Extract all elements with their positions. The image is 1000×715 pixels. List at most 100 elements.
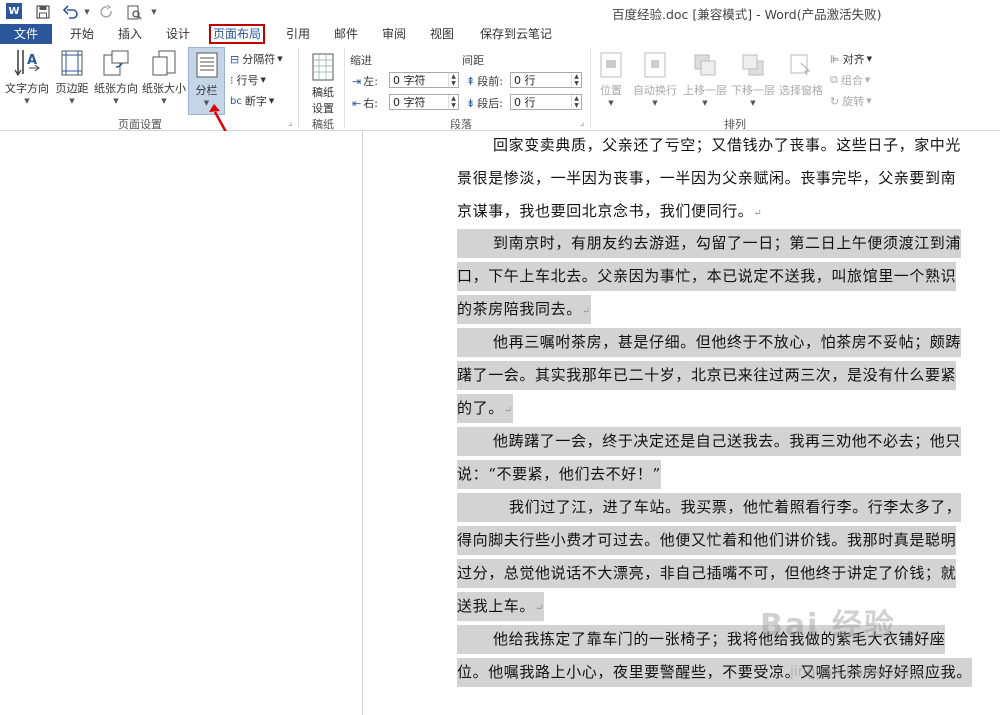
- document-line: 回家变卖典质，父亲还了亏空；又借钱办了丧事。这些日子，家中光: [493, 136, 962, 154]
- window-title: 百度经验.doc [兼容模式] - Word(产品激活失败): [612, 7, 882, 22]
- paper-size-label: 纸张大小: [142, 82, 186, 95]
- group-button[interactable]: ⧉ 组合 ▼: [830, 72, 870, 88]
- position-button[interactable]: 位置 ▼: [596, 48, 626, 107]
- margins-icon: [58, 48, 86, 78]
- undo-icon[interactable]: [60, 3, 82, 21]
- title-bar: W ▼ ▼ 百度经验.doc [兼容模式] - Word(产品激活失败): [0, 0, 1000, 24]
- chevron-down-icon: ▼: [866, 97, 872, 105]
- tab-design[interactable]: 设计: [162, 24, 194, 44]
- document-line-selected: 我们过了江，进了车站。我买票，他忙着照看行李。行李太多了，: [457, 493, 962, 522]
- chevron-down-icon: ▼: [277, 55, 283, 63]
- baidu-watermark-logo: Bai 经验: [760, 608, 896, 643]
- chevron-down-icon: ▼: [608, 99, 614, 107]
- word-app-icon[interactable]: W: [6, 3, 22, 19]
- undo-dropdown-icon[interactable]: ▼: [82, 3, 92, 21]
- manuscript-settings-button[interactable]: 稿纸 设置: [305, 50, 341, 116]
- line-numbers-icon: ⁝: [230, 73, 234, 87]
- send-backward-icon: [739, 50, 767, 80]
- text-direction-button[interactable]: A 文字方向 ▼: [4, 46, 50, 105]
- wrap-text-button[interactable]: 自动换行 ▼: [630, 48, 680, 107]
- tab-review[interactable]: 审阅: [378, 24, 410, 44]
- document-line-selected: 得向脚夫行些小费才可过去。他便又忙着和他们讲价钱。我那时真是聪明: [457, 526, 957, 555]
- tab-file[interactable]: 文件: [0, 24, 52, 44]
- chevron-down-icon: ▼: [161, 97, 167, 105]
- hyphenation-button[interactable]: bc 断字 ▼: [230, 93, 274, 109]
- document-line: 景很是惨淡，一半因为丧事，一半因为父亲赋闲。丧事完毕，父亲要到南: [457, 169, 957, 187]
- paper-size-button[interactable]: 纸张大小 ▼: [141, 46, 187, 105]
- rotate-button[interactable]: ↻ 旋转 ▼: [830, 93, 872, 109]
- wrap-text-icon: [641, 50, 669, 80]
- document-line-selected: 他踌躇了一会，终于决定还是自己送我去。我再三劝他不必去；他只: [457, 427, 962, 456]
- ribbon-tabs: 文件 开始 插入 设计 页面布局 引用 邮件 审阅 视图 保存到云笔记: [0, 24, 1000, 44]
- tab-references[interactable]: 引用: [282, 24, 314, 44]
- tab-home[interactable]: 开始: [66, 24, 98, 44]
- margins-button[interactable]: 页边距 ▼: [53, 46, 91, 105]
- tab-page-layout[interactable]: 页面布局: [209, 24, 265, 44]
- tab-save-to-cloud-note[interactable]: 保存到云笔记: [478, 24, 554, 44]
- watermark-url: jingyan.baidu.com: [790, 664, 920, 680]
- indent-heading: 缩进: [350, 54, 372, 67]
- chevron-down-icon: ▼: [260, 76, 266, 84]
- print-preview-icon[interactable]: [124, 3, 144, 21]
- indent-right-icon: ⇤: [352, 96, 362, 110]
- document-page[interactable]: 回家变卖典质，父亲还了亏空；又借钱办了丧事。这些日子，家中光 景很是惨淡，一半因…: [364, 131, 1000, 715]
- indent-right-input[interactable]: 0 字符 ▲ ▼: [389, 94, 459, 110]
- save-icon[interactable]: [34, 3, 52, 21]
- red-arrow-icon: [209, 104, 228, 133]
- margins-label: 页边距: [55, 82, 89, 95]
- document-line-selected: 过分，总觉他说话不大漂亮，非自己插嘴不可，但他终于讲定了价钱；就: [457, 559, 957, 588]
- text-direction-label: 文字方向: [5, 82, 49, 95]
- document-line-selected: 口，下午上车北去。父亲因为事忙，本已说定不送我，叫旅馆里一个熟识: [457, 262, 957, 291]
- chevron-down-icon: ▼: [69, 97, 75, 105]
- breaks-button[interactable]: ⊟ 分隔符 ▼: [230, 51, 283, 67]
- group-icon: ⧉: [830, 73, 838, 86]
- arrange-group-label: 排列: [724, 118, 746, 131]
- paragraph-group-label: 段落: [450, 118, 472, 131]
- indent-left-icon: ⇥: [352, 74, 362, 88]
- spinner-icon[interactable]: ▲ ▼: [571, 73, 581, 87]
- navigation-pane: [0, 131, 363, 715]
- line-numbers-button[interactable]: ⁝ 行号 ▼: [230, 72, 266, 88]
- send-backward-button[interactable]: 下移一层 ▼: [729, 48, 777, 107]
- orientation-label: 纸张方向: [94, 82, 138, 95]
- rotate-icon: ↻: [830, 94, 840, 108]
- paragraph-mark: ↵: [753, 208, 763, 219]
- spacing-after-input[interactable]: 0 行 ▲ ▼: [510, 94, 582, 110]
- spacing-before-icon: ⇞: [466, 74, 476, 88]
- chevron-down-icon: ▼: [652, 99, 658, 107]
- spacing-before-label: ⇞ 段前:: [466, 74, 503, 89]
- group-divider: [298, 48, 299, 128]
- indent-left-input[interactable]: 0 字符 ▲ ▼: [389, 72, 459, 88]
- indent-right-label: ⇤ 右:: [352, 96, 378, 111]
- paragraph-dialog-launcher-icon[interactable]: ⌟: [580, 118, 584, 128]
- spacing-heading: 间距: [462, 54, 484, 67]
- orientation-button[interactable]: 纸张方向 ▼: [93, 46, 139, 105]
- bring-forward-icon: [691, 50, 719, 80]
- align-button[interactable]: ⊫ 对齐 ▼: [830, 51, 872, 67]
- page-setup-dialog-launcher-icon[interactable]: ⌟: [288, 118, 292, 128]
- columns-label: 分栏: [195, 84, 218, 97]
- position-icon: [597, 50, 625, 80]
- customize-toolbar-icon[interactable]: ▼: [148, 3, 160, 21]
- indent-left-label: ⇥ 左:: [352, 74, 378, 89]
- document-line-selected: 送我上车。↵: [457, 592, 544, 621]
- manuscript-icon: [309, 52, 337, 82]
- spacing-before-input[interactable]: 0 行 ▲ ▼: [510, 72, 582, 88]
- spinner-icon[interactable]: ▲ ▼: [571, 95, 581, 109]
- document-line-selected: 到南京时，有朋友约去游逛，勾留了一日；第二日上午便须渡江到浦: [457, 229, 962, 258]
- breaks-icon: ⊟: [230, 52, 240, 66]
- spinner-icon[interactable]: ▲ ▼: [448, 73, 458, 87]
- spinner-icon[interactable]: ▲ ▼: [448, 95, 458, 109]
- chevron-down-icon: ▼: [113, 97, 119, 105]
- tab-mailings[interactable]: 邮件: [330, 24, 362, 44]
- chevron-down-icon: ▼: [750, 99, 756, 107]
- document-line-selected: 他再三嘱咐茶房，甚是仔细。但他终于不放心，怕茶房不妥帖；颇踌: [457, 328, 962, 357]
- bring-forward-button[interactable]: 上移一层 ▼: [681, 48, 729, 107]
- page-setup-group-label: 页面设置: [118, 118, 162, 131]
- tab-insert[interactable]: 插入: [114, 24, 146, 44]
- redo-icon[interactable]: [98, 3, 116, 21]
- text-direction-icon: A: [13, 48, 41, 78]
- tab-view[interactable]: 视图: [426, 24, 458, 44]
- manuscript-label-2: 设置: [312, 102, 334, 115]
- selection-pane-button[interactable]: 选择窗格: [777, 48, 825, 98]
